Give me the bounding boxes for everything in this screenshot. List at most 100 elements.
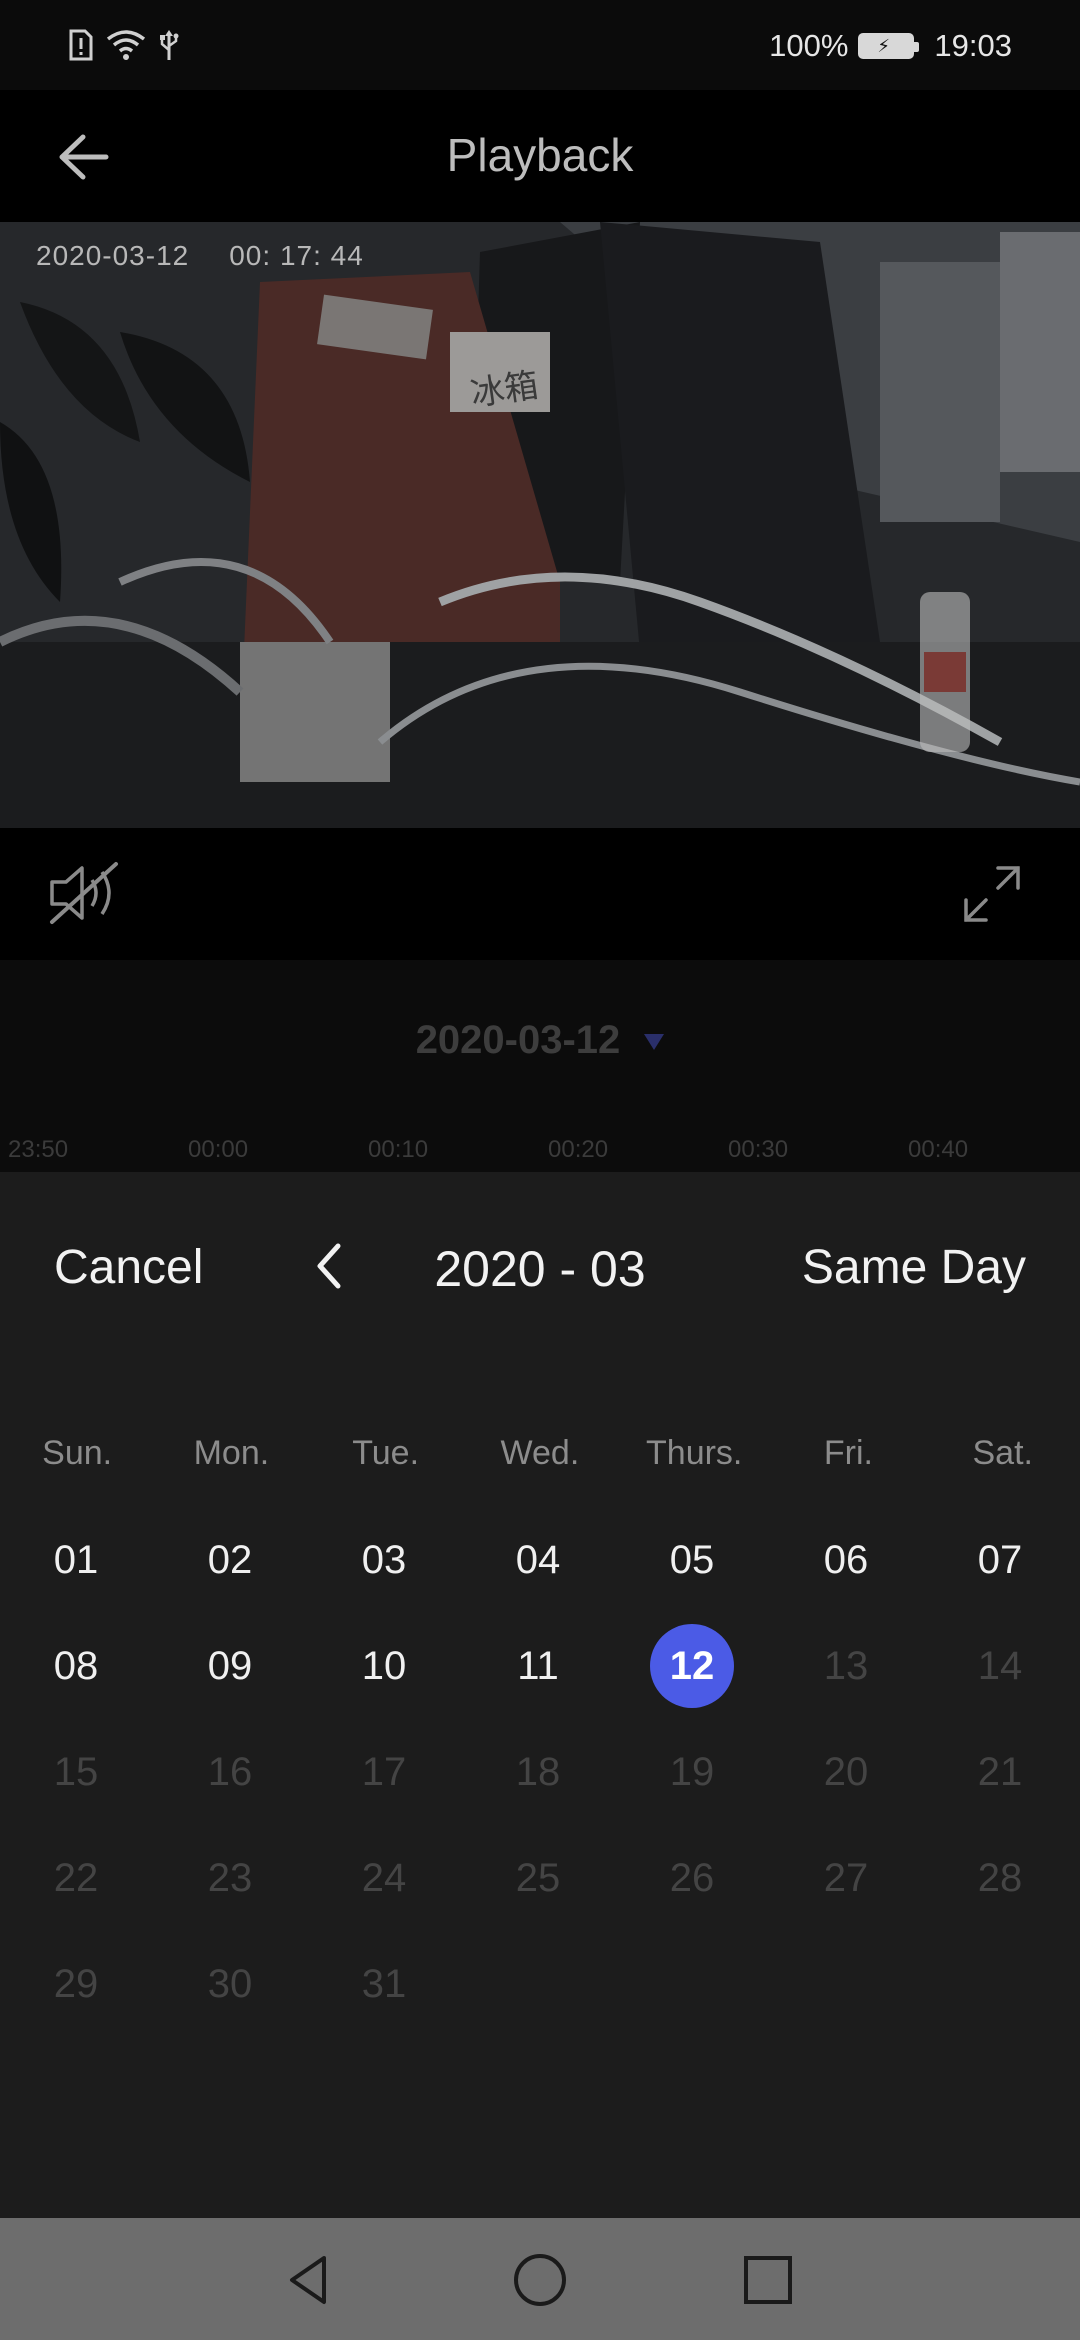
- triangle-back-icon: [290, 2256, 326, 2304]
- calendar-day[interactable]: 06: [796, 1518, 896, 1602]
- calendar-day: 24: [334, 1836, 434, 1920]
- calendar-day-label: 28: [977, 1855, 1023, 1900]
- calendar-day[interactable]: 10: [334, 1624, 434, 1708]
- player-controls: [0, 828, 1080, 960]
- cancel-button[interactable]: Cancel: [54, 1240, 203, 1295]
- calendar-day: 28: [950, 1836, 1050, 1920]
- calendar-day[interactable]: 04: [488, 1518, 588, 1602]
- nav-home-button[interactable]: [510, 2250, 570, 2310]
- calendar-day-label: 21: [977, 1749, 1023, 1794]
- calendar-day: 25: [488, 1836, 588, 1920]
- timeline-tick: 00:00: [188, 1136, 249, 1163]
- calendar-day-label: 22: [53, 1855, 99, 1900]
- weekday-label: Sat.: [972, 1434, 1033, 1472]
- calendar-day-label: 12: [669, 1643, 715, 1688]
- weekday-label: Sun.: [42, 1434, 113, 1472]
- weekday-label: Fri.: [823, 1434, 873, 1472]
- calendar-day-label: 15: [53, 1749, 99, 1794]
- calendar-day: 13: [796, 1624, 896, 1708]
- calendar-day-label: 03: [361, 1537, 407, 1582]
- calendar-day-label: 20: [823, 1749, 869, 1794]
- calendar-day: 20: [796, 1730, 896, 1814]
- video-player[interactable]: 2020-03-12 00: 17: 44 冰箱: [0, 222, 1080, 828]
- calendar-day: 18: [488, 1730, 588, 1814]
- calendar-day-label: 14: [977, 1643, 1023, 1688]
- video-timestamp-overlay: 2020-03-12 00: 17: 44: [36, 240, 404, 272]
- mute-button[interactable]: [46, 858, 126, 928]
- calendar-day-label: 30: [207, 1961, 253, 2006]
- osd-time: 00: 17: 44: [229, 240, 364, 271]
- same-day-button[interactable]: Same Day: [802, 1240, 1026, 1295]
- battery-percent: 100%: [769, 28, 849, 63]
- status-icons-right: 100% ⚡ 19:03: [769, 26, 1012, 66]
- calendar-day-label: 17: [361, 1749, 407, 1794]
- calendar-day-label: 19: [669, 1749, 715, 1794]
- calendar-day: 31: [334, 1942, 434, 2026]
- calendar-day-label: 07: [977, 1537, 1023, 1582]
- timeline-tick: 23:50: [8, 1136, 69, 1163]
- weekday-label: Thurs.: [646, 1434, 743, 1472]
- calendar-day-label: 16: [207, 1749, 253, 1794]
- calendar-day[interactable]: 05: [642, 1518, 742, 1602]
- weekday-label: Tue.: [352, 1434, 420, 1472]
- status-icons-left: [68, 26, 180, 64]
- timeline-tick: 00:10: [368, 1136, 429, 1163]
- calendar-day: 30: [180, 1942, 280, 2026]
- timeline-ruler[interactable]: 23:50 00:00 00:10 00:20 00:30 00:40: [0, 1130, 1080, 1172]
- calendar-day-label: 09: [207, 1643, 253, 1688]
- calendar-day: 19: [642, 1730, 742, 1814]
- caret-down-icon: [644, 1033, 665, 1050]
- calendar-day-label: 23: [207, 1855, 253, 1900]
- calendar-day-selected[interactable]: 12: [642, 1624, 742, 1708]
- calendar-day-label: 11: [517, 1643, 559, 1688]
- calendar-day-label: 08: [53, 1643, 99, 1688]
- battery-charging-icon: ⚡: [858, 33, 920, 59]
- circle-home-icon: [514, 2254, 566, 2306]
- wifi-icon: [106, 30, 146, 60]
- calendar-day: 15: [26, 1730, 126, 1814]
- weekday-label: Mon.: [193, 1434, 270, 1472]
- calendar-day: 23: [180, 1836, 280, 1920]
- calendar-day[interactable]: 02: [180, 1518, 280, 1602]
- speaker-muted-icon: [50, 862, 118, 924]
- calendar-day: 14: [950, 1624, 1050, 1708]
- timeline-tick: 00:40: [908, 1136, 969, 1163]
- calendar-sheet: Cancel 2020 - 03 Same Day Sun. Mon. Tue.…: [0, 1172, 1080, 2218]
- calendar-day[interactable]: 09: [180, 1624, 280, 1708]
- date-dropdown[interactable]: 2020-03-12: [0, 1018, 1080, 1063]
- usb-icon: [160, 30, 179, 60]
- calendar-day-label: 25: [515, 1855, 561, 1900]
- fullscreen-button[interactable]: [960, 862, 1024, 926]
- calendar-day: 27: [796, 1836, 896, 1920]
- month-label: 2020 - 03: [434, 1241, 646, 1297]
- calendar-day: 17: [334, 1730, 434, 1814]
- calendar-day-label: 31: [361, 1961, 407, 2006]
- calendar-day[interactable]: 01: [26, 1518, 126, 1602]
- calendar-day-label: 06: [823, 1537, 869, 1582]
- calendar-day-label: 18: [515, 1749, 561, 1794]
- calendar-day-label: 13: [823, 1643, 869, 1688]
- calendar-day: 29: [26, 1942, 126, 2026]
- calendar-day-label: 27: [823, 1855, 869, 1900]
- date-timeline-area: 2020-03-12 23:50 00:00 00:10 00:20 00:30…: [0, 960, 1080, 1172]
- timeline-tick: 00:30: [728, 1136, 789, 1163]
- calendar-day-label: 04: [515, 1537, 561, 1582]
- system-navigation-bar: [0, 2218, 1080, 2340]
- video-frame: [0, 222, 1080, 828]
- calendar-day[interactable]: 08: [26, 1624, 126, 1708]
- poster-text: 冰箱: [468, 366, 541, 414]
- selected-date: 2020-03-12: [415, 1018, 621, 1062]
- calendar-day: 21: [950, 1730, 1050, 1814]
- nav-recents-button[interactable]: [738, 2250, 798, 2310]
- prev-month-button[interactable]: [308, 1238, 352, 1294]
- calendar-day-label: 02: [207, 1537, 253, 1582]
- nav-back-button[interactable]: [280, 2250, 340, 2310]
- calendar-day-label: 26: [669, 1855, 715, 1900]
- sim-alert-icon: [69, 29, 93, 61]
- chevron-left-icon: [317, 1243, 341, 1289]
- calendar-day-label: 29: [53, 1961, 99, 2006]
- page-title: Playback: [446, 129, 634, 181]
- calendar-day[interactable]: 03: [334, 1518, 434, 1602]
- calendar-day[interactable]: 11: [488, 1624, 588, 1708]
- calendar-day[interactable]: 07: [950, 1518, 1050, 1602]
